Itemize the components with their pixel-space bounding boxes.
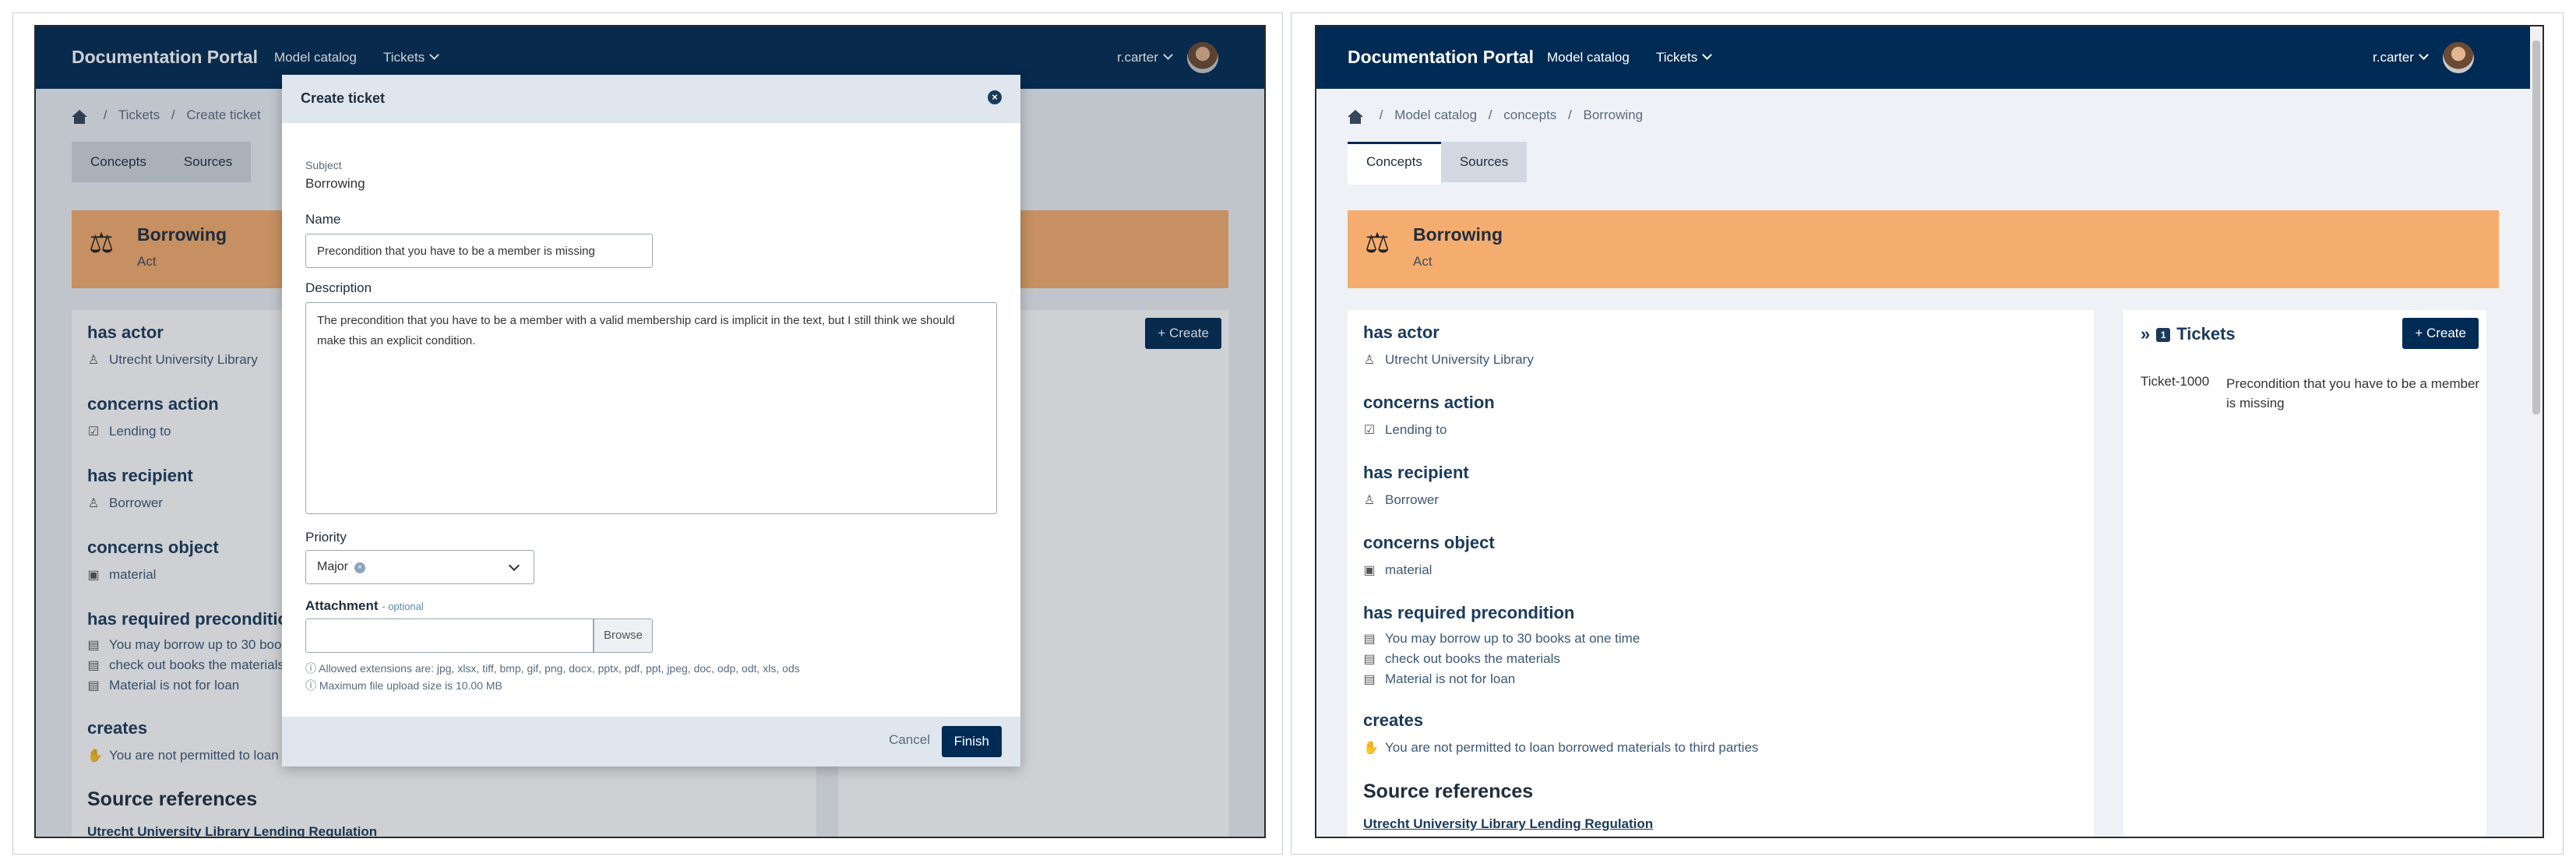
clear-icon[interactable]: × bbox=[354, 562, 366, 573]
modal-header: Create ticket × bbox=[282, 75, 1020, 123]
has-actor-heading: has actor bbox=[1363, 322, 1440, 342]
priority-select[interactable]: Major × bbox=[305, 550, 534, 584]
finish-button[interactable]: Finish bbox=[941, 726, 1002, 757]
tickets-heading: » 1 Tickets bbox=[2141, 324, 2236, 344]
create-ticket-button[interactable]: + Create bbox=[2402, 318, 2479, 349]
priority-label: Priority bbox=[305, 530, 347, 545]
user-name: r.carter bbox=[2373, 50, 2414, 65]
actor-link[interactable]: ♙ Utrecht University Library bbox=[1363, 352, 1534, 368]
ticket-count-badge: 1 bbox=[2156, 328, 2171, 342]
precondition-link-1[interactable]: ▤ You may borrow up to 30 books at one ti… bbox=[1363, 631, 1640, 647]
concept-type: Act bbox=[1413, 254, 1432, 269]
right-screenshot: Documentation Portal Model catalog Ticke… bbox=[1315, 25, 2544, 838]
creates-label: You are not permitted to loan borrowed m… bbox=[1385, 740, 1759, 755]
brand-title[interactable]: Documentation Portal bbox=[1348, 47, 1534, 68]
precondition-link-2[interactable]: ▤ check out books the materials bbox=[1363, 651, 1560, 667]
action-link[interactable]: ☑ Lending to bbox=[1363, 422, 1447, 438]
cancel-button[interactable]: Cancel bbox=[889, 732, 930, 748]
concerns-object-heading: concerns object bbox=[1363, 533, 1495, 552]
tab-concepts[interactable]: Concepts bbox=[1348, 142, 1441, 185]
person-icon: ♙ bbox=[1363, 494, 1376, 507]
attachment-optional: - optional bbox=[382, 601, 424, 612]
person-icon: ♙ bbox=[1363, 354, 1376, 367]
tickets-card: » 1 Tickets + Create Ticket-1000 Precondit… bbox=[2123, 310, 2486, 837]
breadcrumb-borrowing: Borrowing bbox=[1583, 107, 1644, 122]
nav-tickets[interactable]: Tickets bbox=[1656, 50, 1713, 65]
concept-banner: ⚖ Borrowing Act bbox=[1348, 210, 2499, 288]
allowed-extensions-hint: ⓘ Allowed extensions are: jpg, xlsx, tif… bbox=[305, 662, 800, 675]
tab-sources[interactable]: Sources bbox=[1440, 142, 1528, 182]
tab-bar: Concepts Sources bbox=[1348, 142, 1528, 185]
scrollbar-thumb[interactable] bbox=[2532, 41, 2540, 414]
subject-label: Subject bbox=[305, 159, 342, 171]
concerns-action-heading: concerns action bbox=[1363, 393, 1495, 412]
document-icon: ▤ bbox=[1363, 673, 1376, 686]
calendar-check-icon: ☑ bbox=[1363, 424, 1376, 437]
source-link[interactable]: Utrecht University Library Lending Regul… bbox=[1363, 816, 1653, 832]
create-ticket-modal: Create ticket × Subject Borrowing Name P… bbox=[282, 75, 1020, 767]
modal-title: Create ticket bbox=[301, 90, 386, 106]
document-icon: ▤ bbox=[1363, 633, 1376, 646]
description-label: Description bbox=[305, 280, 372, 295]
nav-model-catalog[interactable]: Model catalog bbox=[1547, 50, 1630, 65]
precondition-label-1: You may borrow up to 30 books at one tim… bbox=[1385, 631, 1640, 646]
attachment-input[interactable] bbox=[305, 619, 594, 653]
name-field[interactable]: Precondition that you have to be a membe… bbox=[305, 234, 653, 268]
subject-value: Borrowing bbox=[305, 176, 365, 191]
properties-card: has actor ♙ Utrecht University Library co… bbox=[1348, 310, 2094, 837]
breadcrumb-model-catalog[interactable]: Model catalog bbox=[1394, 107, 1477, 122]
avatar[interactable] bbox=[2443, 42, 2474, 73]
left-screenshot: Documentation Portal Model catalog Ticke… bbox=[34, 25, 1266, 838]
home-icon[interactable] bbox=[1348, 110, 1363, 124]
close-icon[interactable]: × bbox=[988, 90, 1002, 104]
chevron-down-icon bbox=[2419, 50, 2429, 60]
top-navbar: Documentation Portal Model catalog Ticke… bbox=[1316, 26, 2530, 89]
attachment-label: Attachment - optional bbox=[305, 598, 424, 614]
hand-icon: ✋ bbox=[1363, 742, 1379, 755]
breadcrumb-concepts[interactable]: concepts bbox=[1503, 107, 1556, 122]
user-menu[interactable]: r.carter bbox=[2373, 50, 2429, 65]
chevron-down-icon bbox=[1702, 50, 1713, 60]
description-textarea[interactable]: The precondition that you have to be a m… bbox=[305, 302, 997, 514]
ticket-subject[interactable]: Precondition that you have to be a membe… bbox=[2226, 374, 2491, 413]
object-label: material bbox=[1385, 562, 1432, 577]
concept-title: Borrowing bbox=[1413, 224, 1503, 245]
precondition-label-2: check out books the materials bbox=[1385, 651, 1560, 666]
document-icon: ▤ bbox=[1363, 653, 1376, 666]
object-link[interactable]: ▣ material bbox=[1363, 562, 1432, 578]
box-icon: ▣ bbox=[1363, 564, 1376, 577]
name-label: Name bbox=[305, 212, 341, 227]
priority-selected: Major × bbox=[317, 560, 366, 574]
precondition-heading: has required precondition bbox=[1363, 603, 1575, 622]
action-label: Lending to bbox=[1385, 422, 1447, 437]
priority-value: Major bbox=[317, 560, 349, 573]
double-chevron-right-icon[interactable]: » bbox=[2141, 324, 2150, 344]
precondition-link-3[interactable]: ▤ Material is not for loan bbox=[1363, 671, 1515, 687]
scrollbar[interactable] bbox=[2530, 26, 2543, 837]
precondition-label-3: Material is not for loan bbox=[1385, 671, 1516, 686]
source-references-heading: Source references bbox=[1363, 781, 1534, 802]
actor-label: Utrecht University Library bbox=[1385, 352, 1534, 367]
has-recipient-heading: has recipient bbox=[1363, 463, 1469, 482]
scales-icon: ⚖ bbox=[1365, 227, 1390, 259]
chevron-down-icon bbox=[508, 559, 520, 572]
recipient-label: Borrower bbox=[1385, 492, 1439, 507]
ticket-id[interactable]: Ticket-1000 bbox=[2141, 374, 2209, 389]
attachment-label-text: Attachment bbox=[305, 598, 379, 613]
creates-heading: creates bbox=[1363, 710, 1424, 730]
modal-footer: Cancel Finish bbox=[282, 717, 1020, 767]
nav-tickets-label: Tickets bbox=[1656, 50, 1698, 65]
browse-button[interactable]: Browse bbox=[594, 619, 653, 653]
recipient-link[interactable]: ♙ Borrower bbox=[1363, 492, 1439, 508]
creates-link[interactable]: ✋ You are not permitted to loan borrowed … bbox=[1363, 740, 1758, 756]
max-size-hint: ⓘ Maximum file upload size is 10.00 MB bbox=[305, 679, 502, 692]
breadcrumb: / Model catalog / concepts / Borrowing bbox=[1348, 107, 1651, 124]
tickets-title: Tickets bbox=[2176, 324, 2236, 344]
